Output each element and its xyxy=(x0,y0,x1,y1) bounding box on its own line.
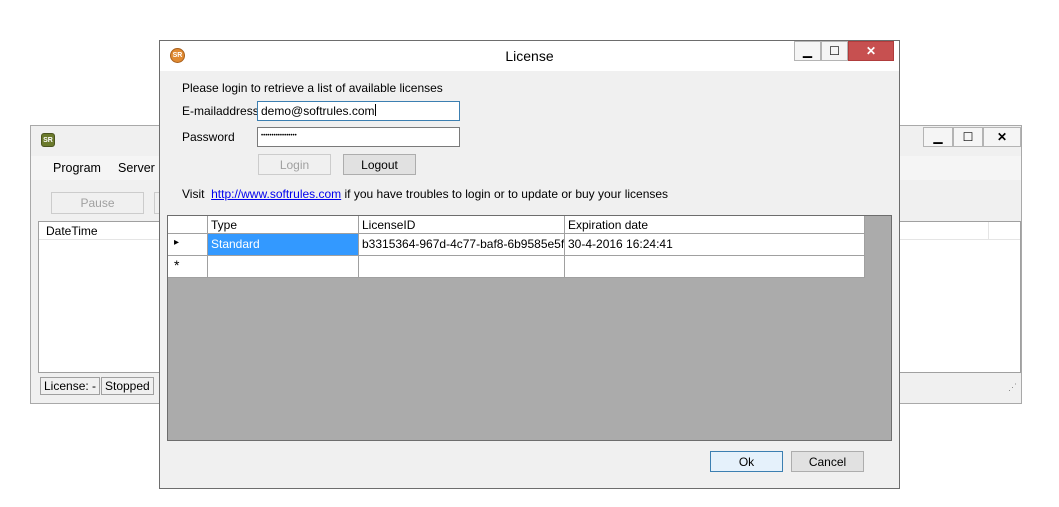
pause-button[interactable]: Pause xyxy=(51,192,144,214)
password-label: Password xyxy=(182,130,235,144)
minimize-icon: ▁ xyxy=(802,44,813,58)
minimize-button[interactable]: ▁ xyxy=(923,127,953,147)
softrules-link[interactable]: http://www.softrules.com xyxy=(211,187,341,201)
license-dialog: SR License ▁ ☐ ✕ Please login to retriev… xyxy=(159,40,900,489)
dialog-close-button[interactable]: ✕ xyxy=(848,41,894,61)
email-field[interactable]: demo@softrules.com xyxy=(257,101,460,121)
resize-grip-icon[interactable]: ⋰ xyxy=(1008,382,1017,393)
new-row-cell-expiration[interactable] xyxy=(565,256,865,278)
close-icon: ✕ xyxy=(865,44,877,58)
minimize-icon: ▁ xyxy=(933,130,943,144)
login-prompt: Please login to retrieve a list of avail… xyxy=(182,81,443,95)
license-grid[interactable]: Type LicenseID Expiration date ▸ Standar… xyxy=(167,215,892,441)
status-server: Stopped xyxy=(101,377,154,395)
cell-expiration[interactable]: 30-4-2016 16:24:41 xyxy=(565,234,865,256)
help-text-suffix: if you have troubles to login or to upda… xyxy=(344,187,669,201)
grid-corner-header[interactable] xyxy=(168,216,208,234)
row-header-current[interactable]: ▸ xyxy=(168,234,208,256)
menu-server[interactable]: Server xyxy=(118,161,155,175)
menu-program[interactable]: Program xyxy=(53,161,101,175)
login-button[interactable]: Login xyxy=(258,154,331,175)
new-row-icon: * xyxy=(174,257,180,273)
dialog-maximize-button[interactable]: ☐ xyxy=(821,41,848,61)
dialog-minimize-button[interactable]: ▁ xyxy=(794,41,821,61)
cell-licenseid[interactable]: b3315364-967d-4c77-baf8-6b9585e5feb4 xyxy=(359,234,565,256)
close-button[interactable]: ✕ xyxy=(983,127,1021,147)
email-label: E-mailaddress xyxy=(182,104,259,118)
close-icon: ✕ xyxy=(996,130,1008,144)
text-caret xyxy=(374,104,376,116)
row-header-new[interactable]: * xyxy=(168,256,208,278)
dialog-title-bar[interactable]: SR License ▁ ☐ ✕ xyxy=(160,41,899,71)
column-header-licenseid[interactable]: LicenseID xyxy=(359,216,565,234)
new-row-cell-licenseid[interactable] xyxy=(359,256,565,278)
cell-type[interactable]: Standard xyxy=(208,234,359,256)
maximize-icon: ☐ xyxy=(829,44,840,58)
help-text-prefix: Visit xyxy=(182,187,205,201)
dialog-title: License xyxy=(505,48,554,64)
maximize-button[interactable]: ☐ xyxy=(953,127,983,147)
column-header-datetime[interactable]: DateTime xyxy=(46,224,98,238)
status-license: License: - xyxy=(40,377,101,395)
password-field[interactable]: ••••••••••••••••• xyxy=(257,127,460,147)
ok-button[interactable]: Ok xyxy=(710,451,783,472)
help-text: Visit http://www.softrules.com if you ha… xyxy=(182,187,668,201)
column-header-expiration[interactable]: Expiration date xyxy=(565,216,865,234)
logout-button[interactable]: Logout xyxy=(343,154,416,175)
app-logo-icon: SR xyxy=(41,133,55,147)
column-divider xyxy=(988,222,989,239)
new-row-cell-type[interactable] xyxy=(208,256,359,278)
current-row-icon: ▸ xyxy=(174,237,180,248)
maximize-icon: ☐ xyxy=(962,130,974,144)
column-header-type[interactable]: Type xyxy=(208,216,359,234)
cancel-button[interactable]: Cancel xyxy=(791,451,864,472)
